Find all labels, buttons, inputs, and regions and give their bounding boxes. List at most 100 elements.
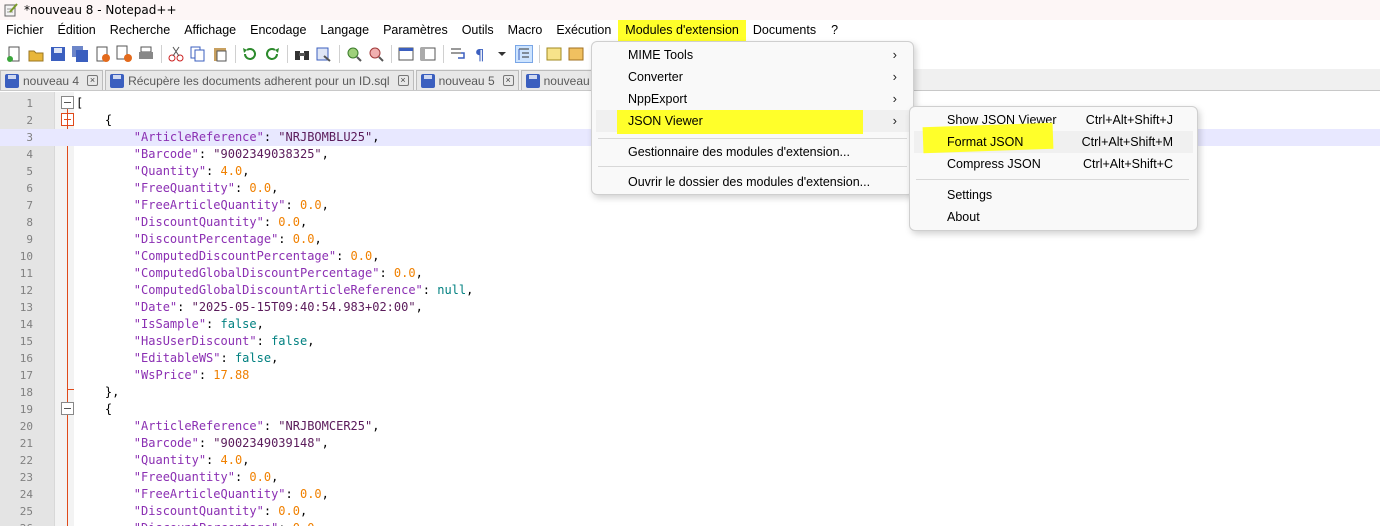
code-line[interactable]: 11 "ComputedGlobalDiscountPercentage": 0… <box>0 265 1380 282</box>
word-wrap-icon[interactable] <box>449 45 467 63</box>
menu-separator <box>916 179 1189 180</box>
saved-file-icon <box>5 73 19 88</box>
menu-encodage[interactable]: Encodage <box>243 20 313 41</box>
toolbar-separator <box>287 44 288 63</box>
menu-execution[interactable]: Exécution <box>549 20 618 41</box>
menu-item-open-plugins-folder[interactable]: Ouvrir le dossier des modules d'extensio… <box>596 171 909 193</box>
json-key: "WsPrice" <box>133 368 199 382</box>
print-icon[interactable] <box>137 45 155 63</box>
replace-icon[interactable] <box>315 45 333 63</box>
tab-close-icon[interactable]: × <box>397 75 409 86</box>
line-number: 5 <box>26 165 33 178</box>
code-line[interactable]: 24 "FreeArticleQuantity": 0.0, <box>0 486 1380 503</box>
save-icon[interactable] <box>49 45 67 63</box>
json-value: 0.0 <box>278 215 300 229</box>
user-defined-language-icon[interactable] <box>545 45 563 63</box>
save-all-icon[interactable] <box>71 45 89 63</box>
code-line[interactable]: 22 "Quantity": 4.0, <box>0 452 1380 469</box>
tab-nouveau-5[interactable]: nouveau 5 × <box>415 70 519 90</box>
tab-nouveau-4[interactable]: nouveau 4 × <box>0 70 104 90</box>
menu-item-label: Ouvrir le dossier des modules d'extensio… <box>628 175 871 189</box>
new-file-icon[interactable] <box>5 45 23 63</box>
zoom-out-icon[interactable] <box>367 45 385 63</box>
code-line[interactable]: 13 "Date": "2025-05-15T09:40:54.983+02:0… <box>0 299 1380 316</box>
code-line[interactable]: 23 "FreeQuantity": 0.0, <box>0 469 1380 486</box>
menu-documents[interactable]: Documents <box>746 20 823 41</box>
menu-langage[interactable]: Langage <box>313 20 376 41</box>
menu-item-json-viewer[interactable]: JSON Viewer › <box>596 110 909 134</box>
code-text: "Barcode": "9002349039148", <box>133 436 329 450</box>
code-line[interactable]: 17 "WsPrice": 17.88 <box>0 367 1380 384</box>
json-key: "ArticleReference" <box>133 419 264 433</box>
line-number: 13 <box>19 301 33 314</box>
menu-macro[interactable]: Macro <box>501 20 550 41</box>
code-line[interactable]: 14 "IsSample": false, <box>0 316 1380 333</box>
json-value: 0.0 <box>299 487 322 501</box>
copy-icon[interactable] <box>189 45 207 63</box>
code-punctuation: [ <box>76 96 84 110</box>
menu-fichier[interactable]: Fichier <box>0 20 51 41</box>
find-icon[interactable] <box>293 45 311 63</box>
menu-parametres[interactable]: Paramètres <box>376 20 455 41</box>
menu-item-about[interactable]: About <box>914 206 1193 228</box>
menu-item-mime-tools[interactable]: MIME Tools › <box>596 44 909 66</box>
code-line[interactable]: 25 "DiscountQuantity": 0.0, <box>0 503 1380 520</box>
code-line[interactable]: 21 "Barcode": "9002349039148", <box>0 435 1380 452</box>
menu-bar: Fichier Édition Recherche Affichage Enco… <box>0 20 1380 41</box>
menu-item-format-json[interactable]: Format JSON Ctrl+Alt+Shift+M <box>914 122 1193 154</box>
indent-guide-icon[interactable] <box>515 44 533 63</box>
svg-text:¶: ¶ <box>475 46 485 63</box>
zoom-in-icon[interactable] <box>345 45 363 63</box>
tab-close-icon[interactable]: × <box>502 75 514 86</box>
code-text: "FreeArticleQuantity": 0.0, <box>133 487 329 501</box>
sync-scroll-v-icon[interactable] <box>397 45 415 63</box>
show-all-characters-icon[interactable]: ¶ <box>471 45 489 64</box>
json-key: "FreeQuantity" <box>133 181 235 195</box>
tab-recupere-documents-sql[interactable]: Récupère les documents adherent pour un … <box>105 70 414 90</box>
open-file-icon[interactable] <box>27 45 45 63</box>
json-value: false <box>271 334 308 348</box>
tab-close-icon[interactable]: × <box>87 75 99 86</box>
code-text: "Barcode": "9002349038325", <box>133 147 329 161</box>
code-line[interactable]: 9 "DiscountPercentage": 0.0, <box>0 231 1380 248</box>
json-value: 4.0 <box>220 164 243 178</box>
menu-help[interactable]: ? <box>823 20 846 41</box>
close-all-icon[interactable] <box>115 45 133 63</box>
undo-icon[interactable] <box>241 45 259 63</box>
line-number: 12 <box>19 284 33 297</box>
json-key: "IsSample" <box>133 317 207 331</box>
code-line[interactable]: 12 "ComputedGlobalDiscountArticleReferen… <box>0 282 1380 299</box>
menu-item-nppexport[interactable]: NppExport › <box>596 88 909 110</box>
code-line[interactable]: 15 "HasUserDiscount": false, <box>0 333 1380 350</box>
redo-icon[interactable] <box>263 45 281 63</box>
document-map-icon[interactable] <box>567 45 585 63</box>
indent-guide-dropdown-icon[interactable] <box>493 45 511 63</box>
code-text: "ArticleReference": "NRJBOMCER25", <box>133 419 380 433</box>
code-line[interactable]: 20 "ArticleReference": "NRJBOMCER25", <box>0 418 1380 435</box>
json-key: "HasUserDiscount" <box>133 334 257 348</box>
json-key: "ArticleReference" <box>133 130 264 144</box>
menu-edition[interactable]: Édition <box>51 20 103 41</box>
close-file-icon[interactable] <box>93 45 111 63</box>
code-line[interactable]: 26 "DiscountPercentage": 0.0, <box>0 520 1380 526</box>
menu-item-settings[interactable]: Settings <box>914 184 1193 206</box>
code-line[interactable]: 19 { <box>0 401 1380 418</box>
code-line[interactable]: 10 "ComputedDiscountPercentage": 0.0, <box>0 248 1380 265</box>
code-line[interactable]: 16 "EditableWS": false, <box>0 350 1380 367</box>
menu-affichage[interactable]: Affichage <box>177 20 243 41</box>
menu-modules-extension[interactable]: Modules d'extension <box>618 20 746 41</box>
code-line[interactable]: 18 }, <box>0 384 1380 401</box>
menu-recherche[interactable]: Recherche <box>103 20 177 41</box>
menu-item-compress-json[interactable]: Compress JSON Ctrl+Alt+Shift+C <box>914 153 1193 175</box>
menu-outils[interactable]: Outils <box>455 20 501 41</box>
menu-item-converter[interactable]: Converter › <box>596 66 909 88</box>
modules-extension-menu: MIME Tools › Converter › NppExport › JSON V… <box>591 41 914 195</box>
menu-item-label: JSON Viewer <box>628 114 703 128</box>
menu-item-plugins-admin[interactable]: Gestionnaire des modules d'extension... <box>596 141 909 163</box>
submenu-arrow-icon: › <box>892 47 897 62</box>
cut-icon[interactable] <box>167 45 185 63</box>
paste-icon[interactable] <box>211 45 229 63</box>
json-key: "ComputedGlobalDiscountPercentage" <box>133 266 380 280</box>
sync-scroll-h-icon[interactable] <box>419 45 437 63</box>
json-value: 0.0 <box>249 470 272 484</box>
